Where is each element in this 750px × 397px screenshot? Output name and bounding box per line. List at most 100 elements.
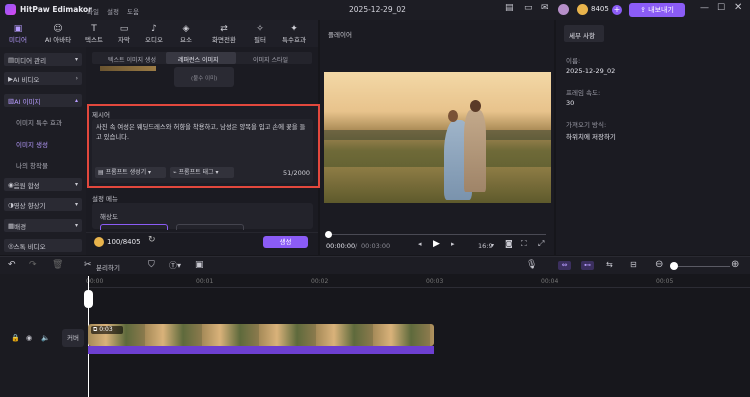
nav-ai-video[interactable]: ▶ AI 비디오 › [4, 72, 82, 85]
tick-2: 00:02 [311, 278, 329, 285]
tab-filters[interactable]: ✧ 필터 [246, 20, 274, 47]
tab-media[interactable]: ▣ 미디어 [4, 20, 32, 47]
split-icon[interactable]: ✂ [84, 260, 92, 270]
crop-icon[interactable]: ⛶ [521, 239, 527, 249]
track-audio-icon[interactable]: 🔈 [41, 334, 50, 342]
text-tool-icon[interactable]: Ⓣ▾ [169, 260, 181, 271]
tab-effects[interactable]: ✦ 특수효과 [276, 20, 312, 47]
app-name: HitPaw Edimakor [20, 5, 92, 14]
zoom-out-icon[interactable]: ⊖ [655, 259, 663, 270]
next-frame-icon[interactable]: ▸ [451, 240, 455, 248]
progress-track[interactable] [328, 234, 546, 235]
chevron-down-icon: ▾ [74, 181, 78, 188]
link-toggle[interactable]: ⊷ [581, 261, 594, 270]
shield-icon[interactable]: ⛉ [148, 260, 155, 270]
playhead-handle[interactable] [84, 290, 93, 308]
coin-icon [94, 237, 104, 247]
image-tool-icon[interactable]: ▣ [195, 260, 204, 270]
snap-toggle[interactable]: ⇔ [558, 261, 571, 270]
progress-handle[interactable] [325, 231, 332, 238]
time-total: 00:03:00 [361, 242, 391, 250]
resolution-option-1[interactable] [100, 224, 168, 230]
export-button[interactable]: ⇪ 내보내기 [629, 3, 685, 17]
delete-icon[interactable]: 🗑 [52, 260, 63, 270]
nav-my-creations[interactable]: 나의 창작물 [16, 160, 48, 170]
snapshot-icon[interactable]: ◙ [505, 239, 513, 248]
fps-value: 30 [566, 99, 575, 107]
video-clip[interactable] [88, 324, 434, 346]
prompt-text: 사진 속 여성은 웨딩드레스와 허향을 착용하고, 남성은 양복을 입고 손에 … [96, 124, 306, 141]
nav-image-effects[interactable]: 이미지 특수 효과 [16, 117, 62, 127]
fit-icon[interactable]: ⇆ [606, 260, 613, 269]
generate-button[interactable]: 생성 [263, 236, 308, 248]
timeline-toolbar: ↶ ↷ 🗑 ✂ 분리하기 ⛉ Ⓣ▾ ▣ 🎙 ⇔ ⊷ ⇆ ⊟ ⊖ ⊕ [0, 256, 750, 274]
prompt-label: 제시어 [92, 111, 110, 119]
minimize-icon[interactable]: — [700, 3, 709, 13]
details-panel: 세부 사항 이름: 2025-12-29_02 프레임 속도: 30 가져오기 … [556, 20, 750, 255]
prev-frame-icon[interactable]: ◂ [418, 240, 422, 248]
track-visibility-icon[interactable]: ◉ [26, 334, 32, 342]
tab-audio[interactable]: ♪ 오디오 [140, 20, 168, 47]
text-icon: T [91, 23, 97, 34]
maximize-icon[interactable]: ☐ [717, 3, 725, 13]
tab-label: 화면전환 [212, 35, 236, 44]
prompt-generator-button[interactable]: ▤ 프롬프트 생성기 ▾ [95, 167, 166, 178]
fps-label: 프레임 속도: [566, 89, 601, 97]
menu-help[interactable]: 도움 [127, 6, 139, 16]
zoom-in-icon[interactable]: ⊕ [731, 259, 739, 270]
groom-head [470, 100, 481, 112]
nav-ai-image[interactable]: ▧ AI 이미지 ▴ [4, 94, 82, 107]
tab-elements[interactable]: ◈ 요소 [172, 20, 200, 47]
tab-label: 필터 [254, 35, 266, 44]
nav-background[interactable]: ▦ 배경 ▾ [4, 219, 82, 232]
time-current: 00:00:00 [326, 242, 356, 250]
refresh-icon[interactable]: ↻ [148, 235, 156, 245]
close-icon[interactable]: ✕ [734, 2, 742, 13]
cover-button[interactable]: 커버 [62, 329, 84, 347]
clip-time-badge: ⧉ 0:03 [91, 326, 123, 334]
track-lock-icon[interactable]: 🔒 [11, 334, 20, 342]
tab-image-style[interactable]: 이미지 스타일 [253, 55, 288, 64]
mail-icon[interactable]: ✉ [541, 3, 549, 13]
add-credits-icon[interactable]: + [612, 5, 622, 15]
nav-stock-video[interactable]: ◎ 스톡 비디오 [4, 239, 82, 252]
name-value: 2025-12-29_02 [566, 67, 616, 75]
nav-video-enhance[interactable]: ◑ 영상 향상기 ▾ [4, 198, 82, 211]
split-label: 분리하기 [96, 264, 120, 272]
news-icon[interactable]: ▤ [505, 3, 514, 13]
tick-5: 00:05 [656, 278, 674, 285]
nav-image-generate[interactable]: 이미지 생성 [16, 139, 48, 149]
tab-label: AI 아바타 [44, 35, 72, 44]
resolution-label: 해상도 [100, 213, 118, 221]
tick-1: 00:01 [196, 278, 214, 285]
tab-ai-avatar[interactable]: ☺ AI 아바타 [40, 20, 76, 47]
nav-audio-synth[interactable]: ◉ 음원 합성 ▾ [4, 178, 82, 191]
tab-text[interactable]: T 텍스트 [80, 20, 108, 47]
tab-subtitle[interactable]: ▭ 자막 [110, 20, 138, 47]
chevron-down-icon: ▾ [74, 222, 78, 229]
chevron-up-icon: ▴ [74, 97, 78, 104]
tree-line [324, 130, 551, 140]
groom-figure [464, 110, 486, 192]
zoom-fit-icon[interactable]: ⊟ [630, 260, 637, 269]
play-icon[interactable]: ▶ [433, 239, 440, 249]
redo-icon[interactable]: ↷ [29, 260, 37, 270]
nav-media-manage[interactable]: ▤ 미디어 관리 ▾ [4, 53, 82, 66]
zoom-slider[interactable] [670, 266, 730, 267]
menu-settings[interactable]: 설정 [107, 6, 119, 16]
tab-text-to-image[interactable]: 텍스트 이미지 생성 [108, 55, 156, 64]
mic-icon[interactable]: 🎙 [526, 260, 537, 270]
undo-icon[interactable]: ↶ [8, 260, 16, 270]
wheat-field [324, 167, 551, 203]
zoom-handle[interactable] [670, 262, 678, 270]
fullscreen-icon[interactable]: ⤢ [538, 239, 544, 249]
nav-label: 미디어 관리 [14, 56, 47, 65]
generation-cost: 100/8405 [107, 238, 141, 246]
avatar[interactable] [558, 4, 569, 15]
tab-transitions[interactable]: ⇄ 화면전환 [206, 20, 242, 47]
monitor-icon[interactable]: ▭ [524, 3, 533, 13]
folder-icon: ▣ [13, 23, 23, 34]
resolution-option-2[interactable] [176, 224, 244, 230]
menu-file[interactable]: 파일 [87, 6, 99, 16]
prompt-tag-button[interactable]: ⌁ 프롬프트 태그 ▾ [170, 167, 234, 178]
